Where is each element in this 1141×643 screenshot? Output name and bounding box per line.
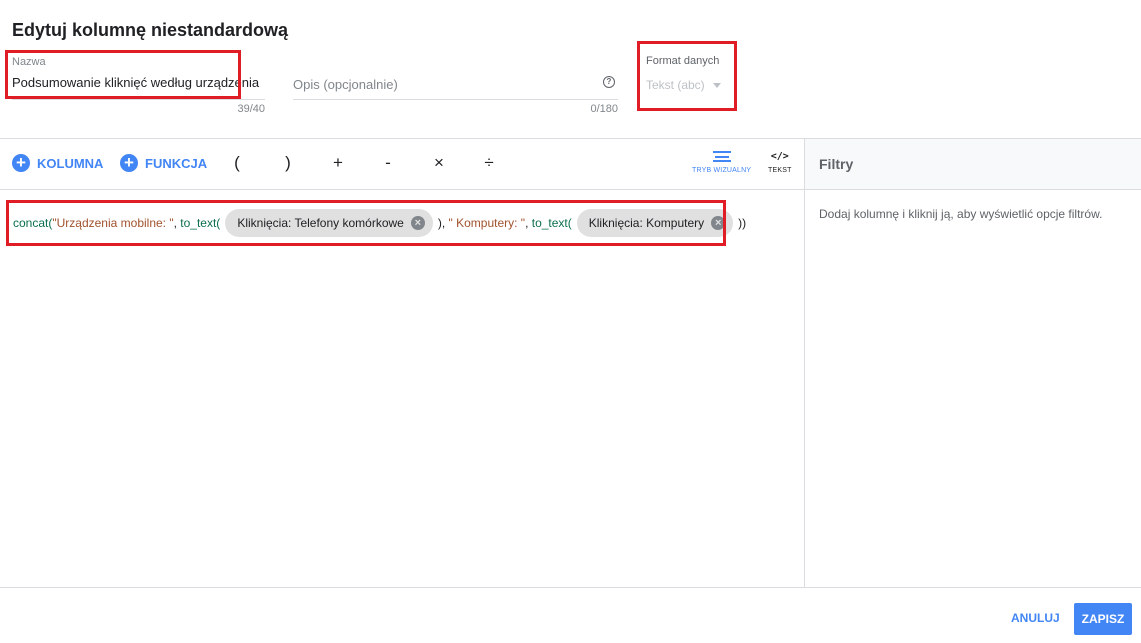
text-mode-button[interactable]: </> TEKST bbox=[768, 151, 792, 174]
name-label: Nazwa bbox=[12, 56, 46, 68]
formula-separator: , bbox=[525, 216, 532, 230]
close-icon[interactable]: × bbox=[711, 216, 726, 230]
text-mode-label: TEKST bbox=[768, 167, 792, 174]
description-field[interactable]: ? 0/180 bbox=[293, 76, 618, 115]
data-format-value: Tekst (abc) bbox=[646, 78, 705, 92]
formula-closing: )) bbox=[738, 216, 747, 230]
name-field[interactable]: Nazwa Podsumowanie kliknięć według urząd… bbox=[12, 56, 265, 115]
formula-separator: ), bbox=[437, 216, 449, 230]
plus-button[interactable]: + bbox=[330, 153, 346, 173]
filters-title: Filtry bbox=[819, 156, 854, 172]
code-icon: </> bbox=[770, 151, 789, 162]
data-format-select[interactable]: Tekst (abc) bbox=[646, 78, 726, 92]
edit-custom-column-dialog: Edytuj kolumnę niestandardową Nazwa Pods… bbox=[0, 0, 1141, 643]
add-function-button[interactable]: + FUNKCJA bbox=[120, 154, 207, 172]
formula-toolbar: + KOLUMNA + FUNKCJA ( ) + - × ÷ TRYB WIZ… bbox=[0, 139, 804, 190]
minus-button[interactable]: - bbox=[380, 153, 396, 173]
open-paren-button[interactable]: ( bbox=[229, 153, 245, 173]
column-chip[interactable]: Kliknięcia: Telefony komórkowe × bbox=[225, 209, 433, 237]
visual-mode-button[interactable]: TRYB WIZUALNY bbox=[692, 151, 751, 174]
add-circle-icon: + bbox=[12, 154, 30, 172]
column-chip[interactable]: Kliknięcia: Komputery × bbox=[576, 209, 734, 237]
formula-function: concat( bbox=[13, 216, 53, 230]
data-format-label: Format danych bbox=[646, 55, 720, 67]
close-paren-button[interactable]: ) bbox=[280, 153, 296, 173]
footer-divider bbox=[0, 587, 1141, 588]
formula-string: "Urządzenia mobilne: " bbox=[52, 216, 174, 230]
data-format-field[interactable]: Format danych Tekst (abc) bbox=[646, 55, 726, 92]
close-icon[interactable]: × bbox=[410, 216, 425, 230]
column-chip-label: Kliknięcia: Telefony komórkowe bbox=[237, 216, 404, 230]
help-circle-icon[interactable]: ? bbox=[603, 76, 615, 88]
visual-mode-label: TRYB WIZUALNY bbox=[692, 167, 752, 174]
chevron-down-icon bbox=[712, 82, 721, 88]
formula-function: to_text( bbox=[531, 216, 572, 230]
filters-header bbox=[805, 139, 1141, 190]
description-underline bbox=[293, 99, 618, 100]
add-column-label: KOLUMNA bbox=[37, 155, 104, 171]
dialog-title: Edytuj kolumnę niestandardową bbox=[12, 20, 289, 40]
formula-string: " Komputery: " bbox=[448, 216, 526, 230]
multiply-button[interactable]: × bbox=[431, 153, 447, 173]
formula-separator: , bbox=[173, 216, 181, 230]
cancel-button[interactable]: ANULUJ bbox=[1011, 611, 1060, 625]
formula-function: to_text( bbox=[180, 216, 221, 230]
description-counter: 0/180 bbox=[590, 103, 618, 115]
column-chip-label: Kliknięcia: Komputery bbox=[588, 216, 705, 230]
name-input[interactable]: Podsumowanie kliknięć według urządzenia bbox=[12, 75, 265, 90]
add-circle-icon: + bbox=[120, 154, 138, 172]
divide-button[interactable]: ÷ bbox=[481, 153, 497, 173]
formula-editor[interactable]: concat( "Urządzenia mobilne: " , to_text… bbox=[13, 209, 746, 237]
filters-hint: Dodaj kolumnę i kliknij ją, aby wyświetl… bbox=[819, 207, 1103, 221]
save-button[interactable]: ZAPISZ bbox=[1074, 603, 1132, 635]
name-underline bbox=[12, 99, 265, 100]
add-column-button[interactable]: + KOLUMNA bbox=[12, 154, 103, 172]
description-input[interactable] bbox=[293, 77, 583, 92]
add-function-label: FUNKCJA bbox=[145, 155, 208, 171]
panel-divider bbox=[804, 139, 805, 588]
name-counter: 39/40 bbox=[237, 103, 265, 115]
lines-icon bbox=[712, 151, 731, 162]
